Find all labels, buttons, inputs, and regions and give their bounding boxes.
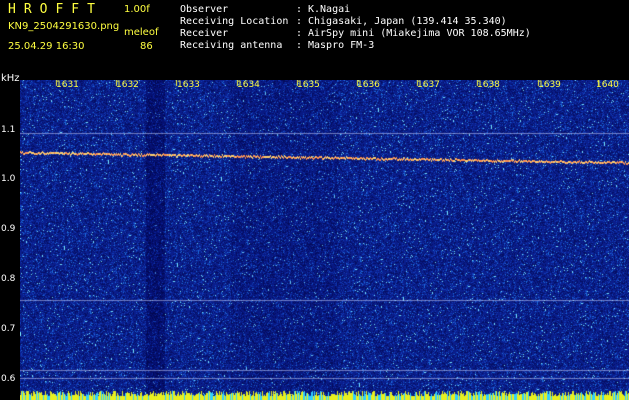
y-unit-label: kHz (1, 73, 20, 84)
version-label: 1.00f (124, 4, 150, 15)
unit-label: meleof (124, 27, 159, 38)
location-sep: : (296, 16, 303, 27)
y-tick-label: 0.7 (1, 324, 16, 334)
antenna-value: Maspro FM-3 (308, 40, 375, 51)
x-tick-label: 1636 (357, 80, 380, 90)
location-label: Receiving Location (180, 16, 289, 27)
x-tick-label: 1632 (116, 80, 139, 90)
receiver-label: Receiver (180, 28, 229, 39)
x-tick-label: 1631 (56, 80, 79, 90)
x-tick-label: 1637 (417, 80, 440, 90)
y-tick-label: 0.9 (1, 224, 16, 234)
receiver-sep: : (296, 28, 303, 39)
app-title: HROFFT (8, 2, 103, 17)
observer-value: K.Nagai (308, 4, 351, 15)
observer-sep: : (296, 4, 303, 15)
x-tick-label: 1639 (538, 80, 561, 90)
x-tick-label: 1638 (477, 80, 500, 90)
location-value: Chigasaki, Japan (139.414 35.340) (308, 16, 507, 27)
count-label: 86 (140, 41, 153, 52)
y-tick-label: 1.0 (1, 174, 16, 184)
y-tick-label: 0.8 (1, 274, 16, 284)
spectrogram-canvas[interactable] (20, 80, 629, 400)
antenna-sep: : (296, 40, 303, 51)
hrofft-window: HROFFT 1.00f KN9_2504291630.png meleof 2… (0, 0, 629, 400)
x-tick-label: 1634 (237, 80, 260, 90)
filename-label: KN9_2504291630.png (8, 21, 120, 32)
x-tick-label: 1640 (596, 80, 619, 90)
receiver-value: AirSpy mini (Miakejima VOR 108.65MHz) (308, 28, 531, 39)
y-tick-label: 1.1 (1, 125, 16, 135)
x-tick-label: 1633 (177, 80, 200, 90)
observer-label: Observer (180, 4, 229, 15)
y-tick-label: 0.6 (1, 374, 16, 384)
x-tick-label: 1635 (297, 80, 320, 90)
antenna-label: Receiving antenna (180, 40, 283, 51)
datetime-label: 25.04.29 16:30 (8, 41, 85, 52)
